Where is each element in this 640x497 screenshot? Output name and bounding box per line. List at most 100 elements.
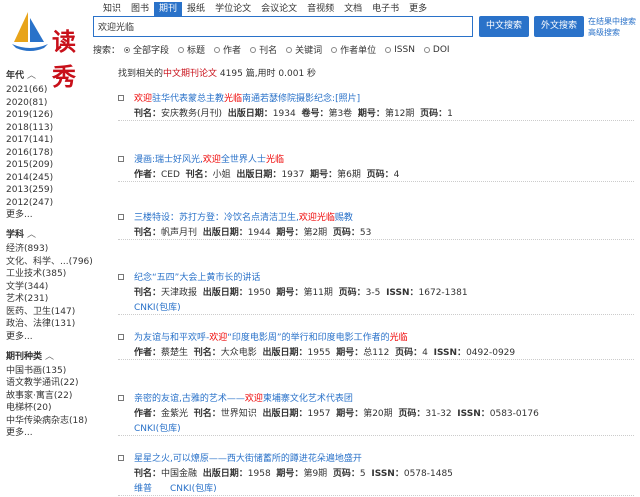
result-title[interactable]: 三楼特设：苏打方登：冷饮名点清洁卫生,欢迎光临赐教 bbox=[118, 212, 634, 224]
source-link[interactable]: 维普 bbox=[134, 484, 152, 494]
facet-item[interactable]: 文学(344) bbox=[6, 281, 110, 294]
facet-item[interactable]: 2015(209) bbox=[6, 159, 110, 172]
facet-item[interactable]: 电梯杯(20) bbox=[6, 402, 110, 415]
result-checkbox[interactable] bbox=[118, 214, 124, 220]
scope-option[interactable]: 刊名 bbox=[250, 43, 277, 56]
source-link[interactable]: CNKI(包库) bbox=[170, 484, 217, 494]
facet-title[interactable]: 年代 ︿ bbox=[6, 68, 110, 81]
scope-option-label: 作者 bbox=[223, 46, 242, 56]
facet-item[interactable]: 艺术(231) bbox=[6, 293, 110, 306]
facet-item[interactable]: 2014(245) bbox=[6, 172, 110, 185]
scope-options: 全部字段 标题 作者 刊名 关键词 作者单位 ISSN DOI bbox=[124, 43, 459, 56]
summary-suffix: 篇,用时 0.001 秒 bbox=[245, 69, 317, 79]
result-checkbox[interactable] bbox=[118, 95, 124, 101]
result-links: CNKI(包库) bbox=[118, 302, 634, 314]
meta-key: 出版日期： bbox=[227, 109, 273, 119]
advanced-search-link[interactable]: 高级搜索 bbox=[588, 27, 636, 38]
result-title[interactable]: 纪念“五四”大会上黄市长的讲话 bbox=[118, 272, 634, 284]
facet-more-link[interactable]: 更多... bbox=[6, 209, 110, 221]
radio-button[interactable] bbox=[214, 46, 221, 53]
facet-item[interactable]: 2013(259) bbox=[6, 184, 110, 197]
facet-item[interactable]: 政治、法律(131) bbox=[6, 318, 110, 331]
facet-more-link[interactable]: 更多... bbox=[6, 331, 110, 343]
result-checkbox[interactable] bbox=[118, 395, 124, 401]
scope-label: 搜索： bbox=[93, 46, 121, 56]
radio-button[interactable] bbox=[250, 46, 257, 53]
facet-item[interactable]: 2020(81) bbox=[6, 97, 110, 110]
facet-title[interactable]: 期刊种类 ︿ bbox=[6, 349, 110, 362]
radio-button[interactable] bbox=[331, 46, 338, 53]
result-title[interactable]: 为友谊与和平欢呼-欢迎“印度电影周”的举行和印度电影工作者的光临 bbox=[118, 332, 634, 344]
facet-item[interactable]: 2019(126) bbox=[6, 109, 110, 122]
facet-item[interactable]: 工业技术(385) bbox=[6, 268, 110, 281]
meta-key: 刊名： bbox=[134, 288, 162, 298]
nav-tab[interactable]: 期刊 bbox=[154, 2, 183, 16]
result-checkbox[interactable] bbox=[118, 156, 124, 162]
scope-option[interactable]: 关键词 bbox=[286, 43, 322, 56]
summary-type[interactable]: 中文期刊论文 bbox=[163, 69, 217, 79]
scope-option[interactable]: ISSN bbox=[385, 43, 415, 56]
result-title[interactable]: 亲密的友谊,古雅的艺术——欢迎柬埔寨文化艺术代表团 bbox=[118, 393, 634, 405]
meta-value: 1937 bbox=[281, 170, 305, 180]
nav-tab[interactable]: 报纸 bbox=[182, 2, 210, 16]
result-item: 欢迎驻华代表蒙总主教光临南通若瑟修院摄影纪念:[照片] 刊名：安庆教务(月刊) 出… bbox=[118, 93, 634, 121]
radio-button[interactable] bbox=[178, 46, 185, 53]
result-checkbox[interactable] bbox=[118, 455, 124, 461]
facet-item[interactable]: 2017(141) bbox=[6, 134, 110, 147]
chevron-up-icon[interactable]: ︿ bbox=[45, 352, 54, 362]
meta-key: ISSN： bbox=[433, 348, 467, 358]
facet-item[interactable]: 医药、卫生(147) bbox=[6, 306, 110, 319]
facet-item[interactable]: 2018(113) bbox=[6, 122, 110, 135]
facet-item[interactable]: 经济(893) bbox=[6, 243, 110, 256]
chinese-search-button[interactable]: 中文搜索 bbox=[479, 16, 529, 37]
radio-button[interactable] bbox=[385, 46, 392, 53]
result-title[interactable]: 欢迎驻华代表蒙总主教光临南通若瑟修院摄影纪念:[照片] bbox=[118, 93, 634, 105]
result-title[interactable]: 漫画:瑞士好风光,欢迎全世界人士光临 bbox=[118, 154, 634, 166]
search-input[interactable] bbox=[94, 17, 472, 36]
logo[interactable]: 读秀 bbox=[10, 8, 92, 91]
meta-value: 世界知识 bbox=[220, 409, 257, 419]
nav-tab[interactable]: 会议论文 bbox=[256, 2, 302, 16]
meta-value: 1672-1381 bbox=[418, 288, 468, 298]
facet-more-link[interactable]: 更多... bbox=[6, 427, 110, 439]
nav-tab[interactable]: 电子书 bbox=[367, 2, 404, 16]
chevron-up-icon[interactable]: ︿ bbox=[27, 230, 36, 240]
meta-value: 第20期 bbox=[363, 409, 393, 419]
nav-tab[interactable]: 更多 bbox=[404, 2, 432, 16]
facet-item[interactable]: 中国书画(135) bbox=[6, 365, 110, 378]
facet-title[interactable]: 学科 ︿ bbox=[6, 227, 110, 240]
scope-option[interactable]: 全部字段 bbox=[124, 43, 169, 56]
scope-option[interactable]: 作者单位 bbox=[331, 43, 376, 56]
facet-item[interactable]: 故事家·寓言(22) bbox=[6, 390, 110, 403]
nav-tab[interactable]: 学位论文 bbox=[210, 2, 256, 16]
meta-key: 刊名： bbox=[185, 170, 213, 180]
nav-tab[interactable]: 音视频 bbox=[302, 2, 339, 16]
scope-option[interactable]: 作者 bbox=[214, 43, 241, 56]
title-segment: 纪念“五四”大会上黄市长的讲话 bbox=[134, 273, 261, 283]
result-title[interactable]: 星星之火,可以燎原——西大街储蓄所的蹲进花朵遍地盛开 bbox=[118, 453, 634, 465]
result-checkbox[interactable] bbox=[118, 334, 124, 340]
search-within-results-link[interactable]: 在结果中搜索 bbox=[588, 16, 636, 27]
result-checkbox[interactable] bbox=[118, 274, 124, 280]
scope-option[interactable]: DOI bbox=[423, 43, 450, 56]
facet-item[interactable]: 中华传染病杂志(18) bbox=[6, 415, 110, 428]
facet-item[interactable]: 2012(247) bbox=[6, 197, 110, 210]
meta-value: 帆声月刊 bbox=[161, 228, 198, 238]
facet-item[interactable]: 文化、科学、...(796) bbox=[6, 256, 110, 269]
source-link[interactable]: CNKI(包库) bbox=[134, 424, 181, 434]
facet-item[interactable]: 语文教学通讯(22) bbox=[6, 377, 110, 390]
nav-tab[interactable]: 文档 bbox=[339, 2, 367, 16]
radio-button[interactable] bbox=[286, 46, 293, 53]
radio-button[interactable] bbox=[423, 46, 430, 53]
nav-tab[interactable]: 知识 bbox=[98, 2, 126, 16]
meta-key: 页码： bbox=[332, 228, 360, 238]
facet-item[interactable]: 2021(66) bbox=[6, 84, 110, 97]
scope-option-label: 刊名 bbox=[259, 46, 278, 56]
facet-item[interactable]: 2016(178) bbox=[6, 147, 110, 160]
scope-option[interactable]: 标题 bbox=[178, 43, 205, 56]
chevron-up-icon[interactable]: ︿ bbox=[27, 71, 36, 81]
radio-button[interactable] bbox=[124, 46, 131, 53]
foreign-search-button[interactable]: 外文搜索 bbox=[534, 16, 584, 37]
nav-tab[interactable]: 图书 bbox=[126, 2, 154, 16]
source-link[interactable]: CNKI(包库) bbox=[134, 303, 181, 313]
